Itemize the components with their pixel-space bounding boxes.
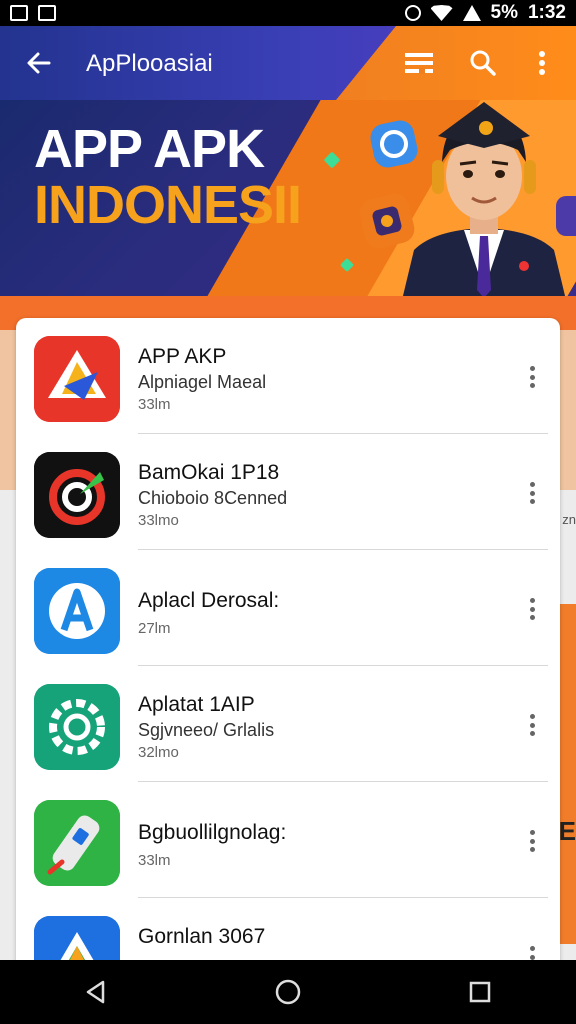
- status-bar: 5% 1:32: [0, 0, 576, 26]
- item-more-button[interactable]: [522, 710, 542, 740]
- app-size: 33lm: [138, 852, 171, 869]
- list-item[interactable]: APP AKP Alpniagel Maeal 33lm: [16, 318, 560, 434]
- app-name: Aplacl Derosal:: [138, 589, 280, 612]
- app-name: BamOkai 1P18: [138, 461, 280, 484]
- app-name: Gornlan 3067: [138, 925, 266, 948]
- peek-text: zn: [562, 512, 576, 527]
- promo-banner[interactable]: APP APK INDONESII: [0, 100, 576, 296]
- item-more-button[interactable]: [522, 826, 542, 856]
- filter-icon: [405, 53, 433, 74]
- blue-a-app-icon: [34, 568, 120, 654]
- app-subtitle: Sgjvneeo/ Grlalis: [138, 720, 275, 740]
- item-more-button[interactable]: [522, 362, 542, 392]
- app-subtitle: Chioboio 8Cenned: [138, 488, 288, 508]
- search-icon: [470, 50, 496, 76]
- black-ring-app-icon: [34, 452, 120, 538]
- overflow-menu-button[interactable]: [523, 44, 561, 82]
- alarm-icon: [404, 5, 421, 21]
- banner-subheadline: INDONESII: [34, 175, 302, 235]
- app-name: Bgbuollilgnolag:: [138, 821, 287, 844]
- clock: 1:32: [527, 2, 566, 23]
- recents-square-icon: [469, 981, 491, 1003]
- app-bar-title: ApPlooasiai: [86, 50, 213, 77]
- nav-back-button[interactable]: [76, 972, 116, 1012]
- back-button[interactable]: [22, 46, 56, 80]
- notification-icon: [10, 5, 28, 21]
- navigation-bar: [0, 960, 576, 1024]
- search-button[interactable]: [464, 44, 502, 82]
- signal-icon: [462, 5, 481, 21]
- avatar-illustration: [394, 100, 574, 296]
- home-circle-icon: [275, 979, 301, 1005]
- green-remote-app-icon: [34, 800, 120, 886]
- filter-button[interactable]: [400, 44, 438, 82]
- nav-home-button[interactable]: [268, 972, 308, 1012]
- red-arrow-app-icon: [34, 336, 120, 422]
- list-item[interactable]: Aplatat 1AIP Sgjvneeo/ Grlalis 32lmo: [16, 666, 560, 782]
- back-triangle-icon: [86, 980, 105, 1004]
- banner-headline: APP APK: [34, 119, 265, 179]
- item-more-button[interactable]: [522, 478, 542, 508]
- more-vert-icon: [539, 51, 545, 75]
- app-size: 33lmo: [138, 512, 179, 529]
- wifi-icon: [430, 5, 453, 21]
- battery-level: 5%: [490, 2, 518, 23]
- item-more-button[interactable]: [522, 594, 542, 624]
- app-size: 32lmo: [138, 744, 179, 761]
- app-size: 27lm: [138, 620, 171, 637]
- app-name: APP AKP: [138, 345, 227, 368]
- list-item[interactable]: Aplacl Derosal: 27lm: [16, 550, 560, 666]
- list-item[interactable]: BamOkai 1P18 Chioboio 8Cenned 33lmo: [16, 434, 560, 550]
- green-gear-app-icon: [34, 684, 120, 770]
- image-notification-icon: [38, 5, 56, 21]
- app-size: 33lm: [138, 396, 171, 413]
- app-list: APP AKP Alpniagel Maeal 33lm BamOkai 1P1…: [16, 318, 560, 978]
- list-item[interactable]: Bgbuollilgnolag: 33lm: [16, 782, 560, 898]
- nav-recents-button[interactable]: [460, 972, 500, 1012]
- app-name: Aplatat 1AIP: [138, 693, 255, 716]
- back-arrow-icon: [27, 52, 51, 74]
- app-subtitle: Alpniagel Maeal: [138, 372, 267, 392]
- app-bar: ApPlooasiai: [0, 26, 576, 100]
